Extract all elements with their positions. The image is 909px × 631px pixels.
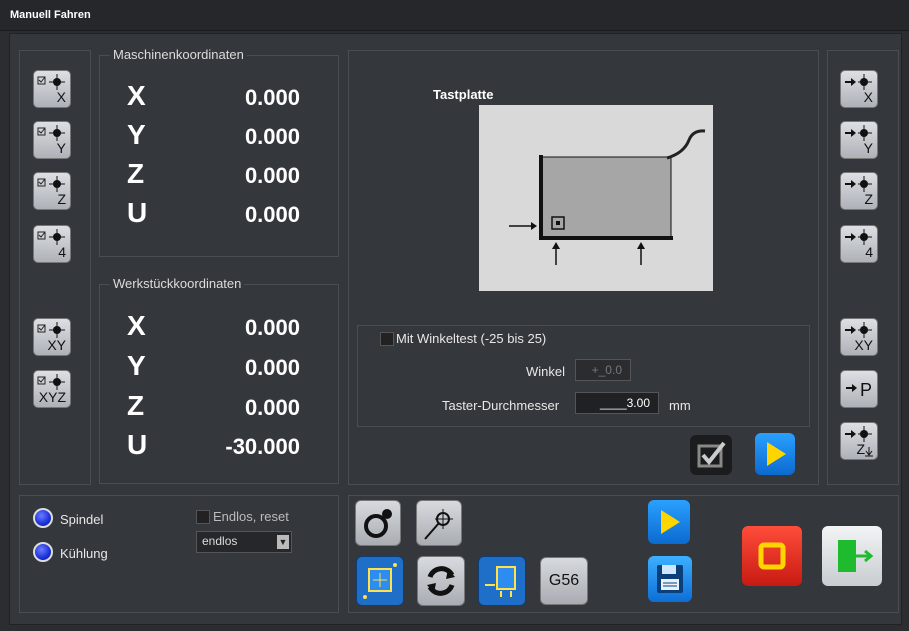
probe-tool-button[interactable]: [416, 500, 462, 546]
go-4-button[interactable]: 4: [840, 225, 878, 263]
set-zero-xyz-button[interactable]: XYZ: [33, 370, 71, 408]
arrow-right-icon: [846, 384, 857, 392]
set-origin-button[interactable]: [356, 556, 404, 606]
zero-point-button[interactable]: [478, 556, 526, 606]
run-button[interactable]: [648, 500, 690, 544]
g56-button[interactable]: G56: [540, 557, 588, 605]
origin-arrows-icon: [485, 566, 516, 597]
mode-select-value: endlos: [202, 534, 238, 548]
button-label: 4: [58, 244, 66, 260]
go-park-button[interactable]: P: [840, 370, 878, 408]
crosshair-probe-icon: [424, 509, 453, 540]
group-title: Maschinenkoordinaten: [110, 47, 247, 62]
stop-icon: [758, 542, 786, 570]
circle-dot-icon: [364, 509, 392, 538]
exit-icon: [838, 540, 874, 572]
axis-value: 0.000: [244, 395, 300, 420]
go-xy-button[interactable]: XY: [840, 318, 878, 356]
axis-value: 0.000: [244, 163, 300, 188]
mode-select[interactable]: endlos ▼: [196, 531, 292, 553]
right-button-panel: [827, 50, 899, 485]
set-zero-4-button[interactable]: 4: [33, 225, 71, 263]
set-zero-y-button[interactable]: Y: [33, 121, 71, 159]
go-y-button[interactable]: Y: [840, 121, 878, 159]
save-icon: [657, 565, 683, 593]
endless-reset-label: Endlos, reset: [213, 509, 289, 524]
axis-value: 0.000: [244, 85, 300, 110]
set-zero-x-button[interactable]: X: [33, 70, 71, 108]
axis-label: X: [127, 80, 146, 111]
spindle-indicator: [33, 508, 53, 528]
axis-value: 0.000: [244, 355, 300, 380]
button-label: Y: [863, 140, 873, 156]
axis-label: U: [127, 429, 148, 460]
diameter-input[interactable]: ____3.00: [575, 392, 659, 414]
go-z-down-button[interactable]: Z: [840, 422, 878, 460]
axis-label: Y: [127, 350, 146, 381]
probe-plate-diagram: [479, 105, 713, 291]
axis-value: 0.000: [244, 124, 300, 149]
button-label: Y: [56, 140, 66, 156]
probe-title: Tastplatte: [433, 87, 494, 102]
down-arrow-icon: [865, 447, 873, 457]
button-label: P: [859, 380, 872, 400]
exit-button[interactable]: [822, 526, 882, 586]
start-probe-button[interactable]: [755, 433, 795, 475]
button-label: X: [863, 89, 873, 105]
diameter-unit: mm: [669, 398, 691, 413]
axis-label: Z: [127, 390, 145, 421]
set-zero-z-button[interactable]: Z: [33, 172, 71, 210]
button-label: Z: [57, 191, 66, 207]
probe-plate-icon: [509, 129, 706, 265]
button-label: X: [56, 89, 66, 105]
stop-button[interactable]: [742, 526, 802, 586]
g56-label: G56: [548, 572, 580, 589]
checkmark-icon: [697, 441, 726, 468]
left-button-panel: [19, 50, 91, 485]
confirm-button[interactable]: [690, 435, 732, 475]
set-zero-xy-button[interactable]: XY: [33, 318, 71, 356]
button-label: XYZ: [38, 389, 66, 405]
button-label: XY: [854, 337, 873, 353]
button-label: XY: [47, 337, 66, 353]
refresh-icon: [427, 566, 455, 596]
angle-test-label: Mit Winkeltest (-25 bis 25): [396, 331, 547, 346]
save-button[interactable]: [648, 556, 692, 602]
angle-test-checkbox[interactable]: [380, 332, 394, 346]
axis-value: 0.000: [244, 315, 300, 340]
go-x-button[interactable]: X: [840, 70, 878, 108]
go-z-button[interactable]: Z: [840, 172, 878, 210]
spindle-label: Spindel: [60, 512, 104, 527]
window-title: Manuell Fahren: [10, 9, 91, 21]
spindle-tool-button[interactable]: [355, 500, 401, 546]
angle-label: Winkel: [526, 364, 566, 379]
cooling-indicator: [33, 542, 53, 562]
angle-input[interactable]: +_0.0: [575, 359, 631, 381]
axis-value: -30.000: [225, 434, 300, 459]
title-bar: Manuell Fahren: [0, 0, 909, 31]
diameter-label: Taster-Durchmesser: [442, 398, 560, 413]
axis-label: Z: [127, 158, 145, 189]
dropdown-arrow-icon: ▼: [277, 535, 289, 549]
button-label: 4: [865, 244, 873, 260]
button-label: Z: [856, 441, 865, 457]
endless-reset-checkbox[interactable]: [196, 510, 210, 524]
origin-frame-icon: [363, 563, 397, 599]
play-icon: [767, 442, 786, 466]
group-title: Werkstückkoordinaten: [110, 276, 245, 291]
axis-value: 0.000: [244, 202, 300, 227]
axis-label: U: [127, 197, 148, 228]
cooling-label: Kühlung: [60, 546, 108, 561]
axis-label: Y: [127, 119, 146, 150]
axis-label: X: [127, 310, 146, 341]
button-label: Z: [864, 191, 873, 207]
play-icon: [661, 510, 680, 534]
refresh-button[interactable]: [417, 556, 465, 606]
